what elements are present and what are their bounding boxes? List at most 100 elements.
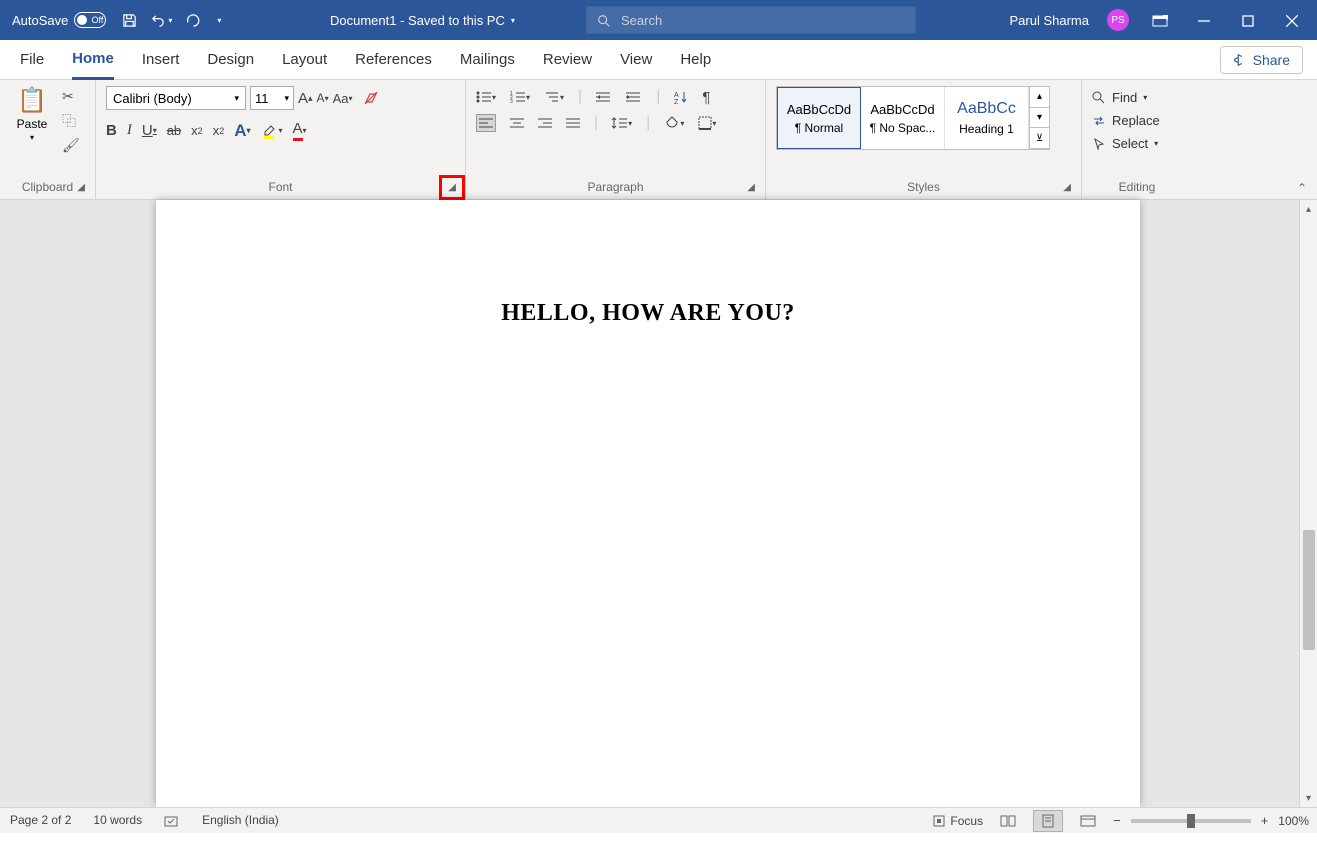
group-font: Calibri (Body)▾ 11▾ A▴ A▾ Aa▾ B I U▾ ab … bbox=[96, 80, 466, 199]
tab-help[interactable]: Help bbox=[680, 40, 711, 79]
change-case-button[interactable]: Aa▾ bbox=[333, 91, 353, 106]
avatar[interactable]: PS bbox=[1107, 9, 1129, 31]
tab-design[interactable]: Design bbox=[207, 40, 254, 79]
styles-expand[interactable]: ⊻ bbox=[1030, 128, 1049, 149]
style-normal[interactable]: AaBbCcDd ¶ Normal bbox=[777, 87, 861, 149]
borders-button[interactable]: ▾ bbox=[698, 116, 716, 130]
subscript-button[interactable]: x2 bbox=[191, 123, 203, 138]
ribbon-display-options-icon[interactable] bbox=[1147, 13, 1173, 28]
justify-button[interactable] bbox=[566, 117, 580, 129]
svg-text:Z: Z bbox=[674, 99, 679, 104]
zoom-thumb[interactable] bbox=[1187, 814, 1195, 828]
superscript-button[interactable]: x2 bbox=[213, 123, 225, 138]
paragraph-dialog-launcher[interactable]: ◢ bbox=[743, 180, 759, 195]
strikethrough-button[interactable]: ab bbox=[167, 123, 181, 138]
decrease-indent-button[interactable] bbox=[596, 90, 612, 104]
select-button[interactable]: Select ▾ bbox=[1092, 136, 1158, 151]
document-body-text[interactable]: HELLO, HOW ARE YOU? bbox=[156, 300, 1140, 327]
status-bar: Page 2 of 2 10 words English (India) Foc… bbox=[0, 807, 1317, 833]
svg-text:3: 3 bbox=[510, 99, 513, 104]
close-icon[interactable] bbox=[1279, 13, 1305, 28]
read-mode-view-button[interactable] bbox=[993, 810, 1023, 832]
scroll-up-arrow[interactable]: ▴ bbox=[1300, 200, 1317, 218]
page-indicator[interactable]: Page 2 of 2 bbox=[10, 813, 71, 827]
qat-customize-dropdown[interactable]: ▾ bbox=[217, 16, 221, 25]
word-count[interactable]: 10 words bbox=[93, 813, 142, 827]
clipboard-dialog-launcher[interactable]: ◢ bbox=[73, 180, 89, 195]
clear-formatting-button[interactable] bbox=[363, 90, 379, 106]
autosave-toggle[interactable]: AutoSave Off bbox=[12, 12, 106, 28]
zoom-in-button[interactable]: + bbox=[1261, 813, 1269, 828]
format-painter-icon[interactable]: 🖌 bbox=[62, 137, 80, 154]
share-button[interactable]: Share bbox=[1220, 46, 1303, 74]
redo-button[interactable] bbox=[186, 13, 201, 28]
show-hide-marks-button[interactable]: ¶ bbox=[702, 89, 710, 106]
tab-view[interactable]: View bbox=[620, 40, 652, 79]
print-layout-view-button[interactable] bbox=[1033, 810, 1063, 832]
tab-review[interactable]: Review bbox=[543, 40, 592, 79]
spellcheck-icon[interactable] bbox=[164, 813, 180, 828]
increase-indent-button[interactable] bbox=[626, 90, 642, 104]
style-heading-1[interactable]: AaBbCc Heading 1 bbox=[945, 87, 1029, 149]
scroll-down-arrow[interactable]: ▾ bbox=[1300, 789, 1317, 807]
bold-button[interactable]: B bbox=[106, 122, 117, 139]
autosave-label: AutoSave bbox=[12, 13, 68, 28]
align-right-button[interactable] bbox=[538, 117, 552, 129]
replace-button[interactable]: Replace bbox=[1092, 113, 1160, 128]
styles-gallery[interactable]: AaBbCcDd ¶ Normal AaBbCcDd ¶ No Spac... … bbox=[776, 86, 1050, 150]
align-left-button[interactable] bbox=[476, 114, 496, 132]
underline-button[interactable]: U▾ bbox=[142, 122, 157, 139]
document-title: Document1 - Saved to this PC ▾ bbox=[330, 13, 515, 28]
multilevel-list-button[interactable]: ▾ bbox=[544, 90, 564, 104]
find-button[interactable]: Find ▾ bbox=[1092, 90, 1147, 105]
font-dialog-launcher[interactable]: ◢ bbox=[439, 175, 465, 200]
group-clipboard: 📋 Paste ▾ ✂ ⿻ 🖌 Clipboard ◢ bbox=[0, 80, 96, 199]
zoom-level[interactable]: 100% bbox=[1278, 814, 1309, 828]
copy-icon[interactable]: ⿻ bbox=[62, 111, 80, 131]
document-page[interactable]: HELLO, HOW ARE YOU? bbox=[156, 200, 1140, 807]
zoom-slider[interactable] bbox=[1131, 819, 1251, 823]
shading-button[interactable]: ▾ bbox=[664, 116, 684, 130]
minimize-icon[interactable] bbox=[1191, 13, 1217, 28]
font-size-combobox[interactable]: 11▾ bbox=[250, 86, 294, 110]
text-effects-button[interactable]: A▾ bbox=[234, 121, 250, 141]
tab-layout[interactable]: Layout bbox=[282, 40, 327, 79]
cut-icon[interactable]: ✂ bbox=[62, 88, 80, 105]
tab-home[interactable]: Home bbox=[72, 41, 114, 80]
search-box[interactable]: Search bbox=[586, 6, 916, 34]
bullets-button[interactable]: ▾ bbox=[476, 90, 496, 104]
doc-title-dropdown[interactable]: ▾ bbox=[511, 16, 515, 25]
align-center-button[interactable] bbox=[510, 117, 524, 129]
styles-scroll-down[interactable]: ▾ bbox=[1030, 108, 1049, 129]
styles-scroll-up[interactable]: ▴ bbox=[1030, 87, 1049, 108]
line-spacing-button[interactable]: ▾ bbox=[612, 116, 632, 130]
numbering-button[interactable]: 123▾ bbox=[510, 90, 530, 104]
paste-button[interactable]: 📋 Paste ▾ bbox=[10, 86, 54, 142]
autosave-state[interactable]: Off bbox=[74, 12, 106, 28]
user-name[interactable]: Parul Sharma bbox=[1010, 13, 1089, 28]
vertical-scrollbar[interactable]: ▴ ▾ bbox=[1299, 200, 1317, 807]
decrease-font-size-button[interactable]: A▾ bbox=[317, 91, 329, 105]
highlight-button[interactable]: ▾ bbox=[261, 122, 283, 140]
tab-references[interactable]: References bbox=[355, 40, 432, 79]
style-no-spacing[interactable]: AaBbCcDd ¶ No Spac... bbox=[861, 87, 945, 149]
tab-file[interactable]: File bbox=[20, 40, 44, 79]
font-color-button[interactable]: A▾ bbox=[293, 120, 307, 141]
language-indicator[interactable]: English (India) bbox=[202, 813, 279, 827]
tab-mailings[interactable]: Mailings bbox=[460, 40, 515, 79]
focus-mode-button[interactable]: Focus bbox=[932, 814, 983, 828]
italic-button[interactable]: I bbox=[127, 122, 132, 139]
font-name-combobox[interactable]: Calibri (Body)▾ bbox=[106, 86, 246, 110]
tab-insert[interactable]: Insert bbox=[142, 40, 180, 79]
save-icon[interactable] bbox=[122, 13, 137, 28]
zoom-out-button[interactable]: − bbox=[1113, 813, 1121, 828]
sort-button[interactable]: AZ bbox=[674, 90, 688, 104]
undo-button[interactable]: ▾ bbox=[151, 13, 172, 28]
maximize-icon[interactable] bbox=[1235, 13, 1261, 28]
web-layout-view-button[interactable] bbox=[1073, 810, 1103, 832]
styles-dialog-launcher[interactable]: ◢ bbox=[1059, 180, 1075, 195]
increase-font-size-button[interactable]: A▴ bbox=[298, 90, 313, 107]
collapse-ribbon-button[interactable]: ⌃ bbox=[1297, 181, 1307, 195]
document-area: HELLO, HOW ARE YOU? ▴ ▾ bbox=[0, 200, 1317, 807]
scroll-thumb[interactable] bbox=[1303, 530, 1315, 650]
